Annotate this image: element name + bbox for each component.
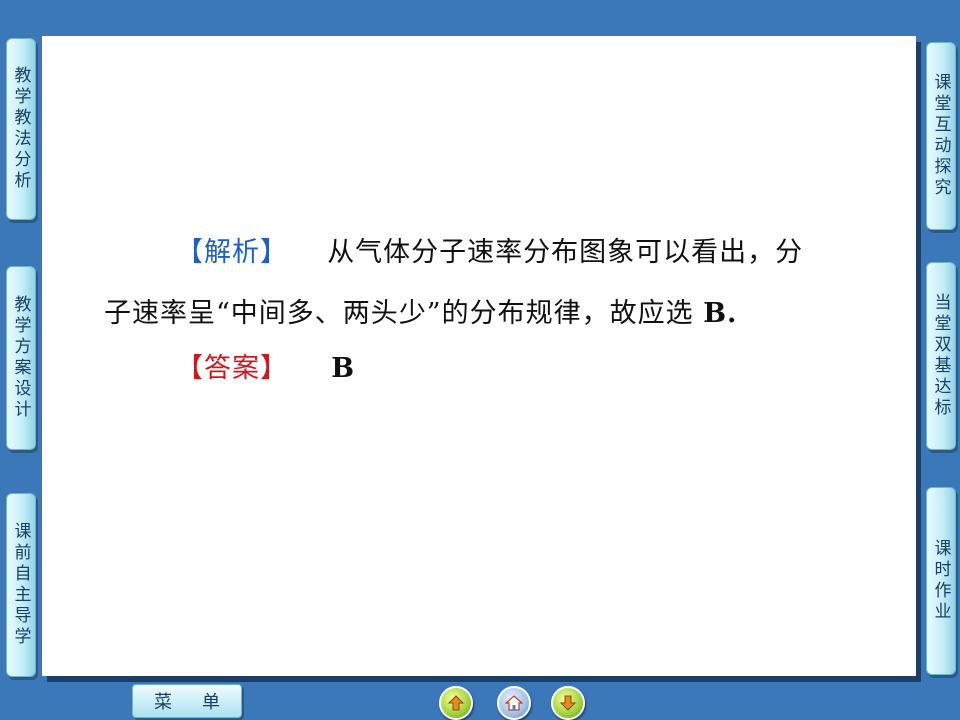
tab-label: 当堂双基达标 [930, 293, 951, 419]
previous-button[interactable] [439, 686, 473, 720]
analysis-line-2: 子速率呈“中间多、两头少”的分布规律，故应选 B. [42, 291, 960, 330]
menu-button[interactable]: 菜单 [132, 684, 242, 718]
tab-label: 教学教法分析 [10, 66, 31, 192]
tab-classroom-interactive-inquiry[interactable]: 课堂互动探究 [926, 42, 956, 230]
tab-teaching-plan-design[interactable]: 教学方案设计 [6, 266, 36, 450]
analysis-text-2: 子速率呈“中间多、两头少”的分布规律，故应选 [104, 298, 694, 329]
analysis-label: 【解析】 [176, 237, 288, 268]
tab-label: 教学方案设计 [10, 295, 31, 421]
tab-label: 课前自主导学 [10, 522, 31, 648]
analysis-text-1: 从气体分子速率分布图象可以看出，分 [327, 237, 804, 268]
answer-line: 【答案】 B [42, 346, 960, 385]
home-button[interactable] [497, 686, 531, 720]
down-arrow-icon [559, 695, 577, 711]
tab-preclass-self-study[interactable]: 课前自主导学 [6, 493, 36, 677]
tab-homework[interactable]: 课时作业 [926, 487, 956, 675]
tab-label: 课堂互动探究 [930, 73, 951, 199]
tab-in-class-basic-mastery[interactable]: 当堂双基达标 [926, 262, 956, 450]
content-panel: 【解析】 从气体分子速率分布图象可以看出，分 子速率呈“中间多、两头少”的分布规… [42, 36, 916, 676]
answer-label: 【答案】 [176, 353, 288, 384]
analysis-line-1: 【解析】 从气体分子速率分布图象可以看出，分 [42, 230, 960, 269]
home-icon [505, 695, 523, 711]
tab-label: 课时作业 [930, 539, 951, 623]
tab-teaching-method-analysis[interactable]: 教学教法分析 [6, 38, 36, 220]
answer-value: B [331, 353, 356, 384]
up-arrow-icon [447, 695, 465, 711]
analysis-choice: B. [703, 298, 738, 329]
menu-button-label: 菜单 [154, 692, 250, 713]
next-button[interactable] [551, 686, 585, 720]
